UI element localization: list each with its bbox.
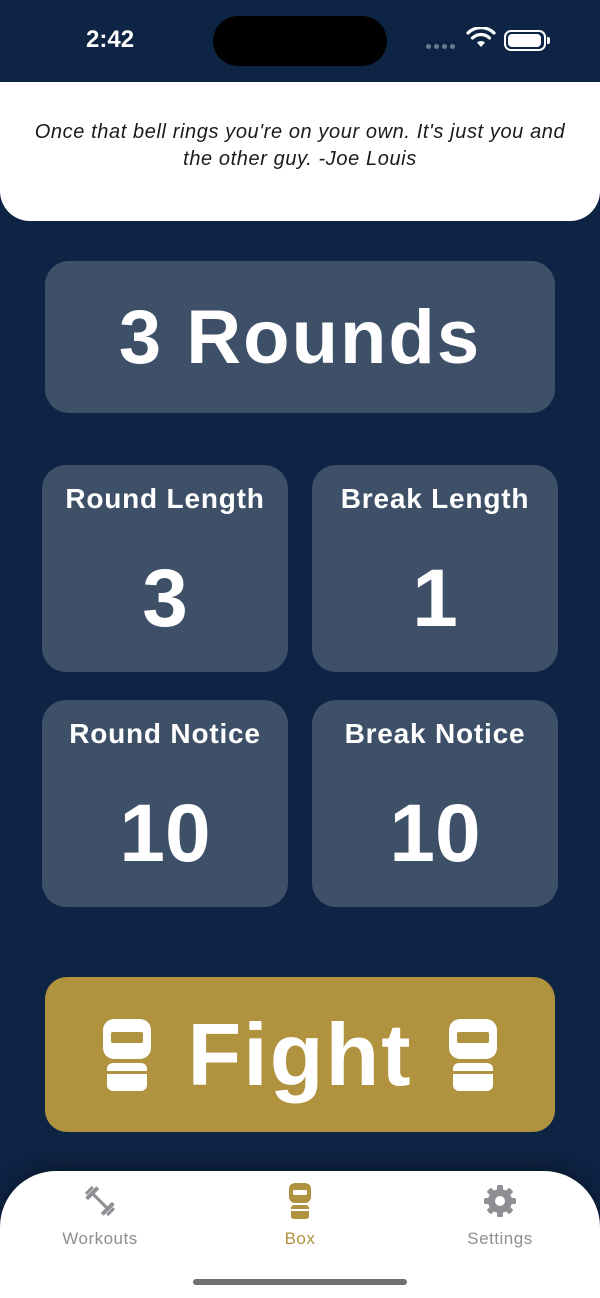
tab-box[interactable]: Box (240, 1183, 360, 1249)
round-notice-tile[interactable]: Round Notice 10 (42, 700, 288, 907)
boxing-glove-icon (289, 1183, 311, 1219)
round-length-label: Round Length (65, 483, 265, 514)
boxing-glove-icon (448, 1018, 497, 1091)
dynamic-island (213, 16, 387, 66)
break-length-label: Break Length (340, 483, 530, 514)
quote-card: Once that bell rings you're on your own.… (0, 82, 600, 221)
break-notice-label: Break Notice (344, 718, 526, 749)
status-bar: 2:42 (0, 0, 600, 82)
tab-workouts-label: Workouts (62, 1229, 138, 1248)
battery-icon (504, 30, 550, 51)
fight-button[interactable]: Fight (45, 977, 555, 1132)
break-length-tile[interactable]: Break Length 1 (312, 465, 558, 672)
tab-settings-label: Settings (467, 1229, 533, 1248)
break-notice-value: 10 (389, 788, 481, 879)
break-notice-tile[interactable]: Break Notice 10 (312, 700, 558, 907)
wifi-icon (466, 27, 496, 47)
cellular-icon (426, 44, 455, 49)
break-length-value: 1 (412, 553, 458, 644)
round-length-tile[interactable]: Round Length 3 (42, 465, 288, 672)
round-length-value: 3 (142, 553, 188, 644)
quote-text: Once that bell rings you're on your own.… (34, 120, 566, 170)
round-notice-value: 10 (119, 788, 211, 879)
gear-icon (484, 1185, 516, 1217)
round-notice-label: Round Notice (69, 718, 261, 749)
home-indicator[interactable] (193, 1279, 407, 1285)
status-time: 2:42 (86, 26, 135, 53)
tab-workouts[interactable]: Workouts (40, 1183, 160, 1249)
tab-settings[interactable]: Settings (440, 1183, 560, 1249)
fight-label: Fight (187, 1004, 413, 1104)
tab-box-label: Box (284, 1229, 316, 1248)
boxing-glove-icon (103, 1018, 152, 1091)
dumbbell-icon (85, 1186, 115, 1216)
app-screen: 2:42 Once that bell rings you're on your… (0, 0, 600, 1298)
rounds-selector[interactable]: 3 Rounds (45, 261, 555, 413)
